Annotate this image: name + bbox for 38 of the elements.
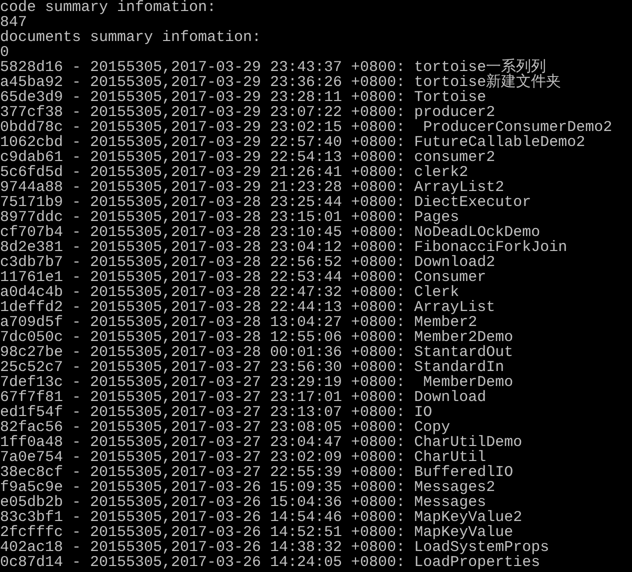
console-line: e05db2b - 20155305,2017-03-26 15:04:36 +0800: Messages	[0, 495, 486, 510]
console-line: 0	[0, 45, 10, 60]
console-line: 25c52c7 - 20155305,2017-03-27 23:56:30 +0800: StandardIn	[0, 360, 504, 375]
console-line: a45ba92 - 20155305,2017-03-29 23:36:26 +0800: tortoise新建文件夹	[0, 75, 562, 90]
console-line: code summary infomation:	[0, 0, 216, 15]
console-line: 11761e1 - 20155305,2017-03-28 22:53:44 +0800: Consumer	[0, 270, 486, 285]
console-line: 38ec8cf - 20155305,2017-03-27 22:55:39 +0800: BufferedlIO	[0, 465, 514, 480]
console-line: 2fcfffc - 20155305,2017-03-26 14:52:51 +0800: MapKeyValue	[0, 525, 514, 540]
console-line: 847	[0, 15, 28, 30]
console-line: 8d2e381 - 20155305,2017-03-28 23:04:12 +0800: FibonacciForkJoin	[0, 240, 568, 255]
console-line: c3db7b7 - 20155305,2017-03-28 22:56:52 +0800: Download2	[0, 255, 496, 270]
console-line: 65de3d9 - 20155305,2017-03-29 23:28:11 +0800: Tortoise	[0, 90, 486, 105]
console-line: a709d5f - 20155305,2017-03-28 13:04:27 +0800: Member2	[0, 315, 478, 330]
console-line: 402ac18 - 20155305,2017-03-26 14:38:32 +0800: LoadSystemProps	[0, 540, 550, 555]
console-line: 98c27be - 20155305,2017-03-28 00:01:36 +0800: StantardOut	[0, 345, 514, 360]
console-line: 1062cbd - 20155305,2017-03-29 22:57:40 +0800: FutureCallableDemo2	[0, 135, 586, 150]
console-line: 377cf38 - 20155305,2017-03-29 23:07:22 +0800: producer2	[0, 105, 496, 120]
console-line: 1ff0a48 - 20155305,2017-03-27 23:04:47 +0800: CharUtilDemo	[0, 435, 522, 450]
console-line: 0bdd78c - 20155305,2017-03-29 23:02:15 +0800: ProducerConsumerDemo2	[0, 120, 612, 135]
console-line: 67f7f81 - 20155305,2017-03-27 23:17:01 +0800: Download	[0, 390, 486, 405]
console-line: 83c3bf1 - 20155305,2017-03-26 14:54:46 +0800: MapKeyValue2	[0, 510, 522, 525]
console-line: ed1f54f - 20155305,2017-03-27 23:13:07 +0800: IO	[0, 405, 432, 420]
console-line: f9a5c9e - 20155305,2017-03-26 15:09:35 +0800: Messages2	[0, 480, 496, 495]
console-line: 0c87d14 - 20155305,2017-03-26 14:24:05 +0800: LoadProperties	[0, 555, 540, 570]
console-line: 5828d16 - 20155305,2017-03-29 23:43:37 +0800: tortoise一系列列	[0, 60, 546, 75]
console-line: 1deffd2 - 20155305,2017-03-28 22:44:13 +0800: ArrayList	[0, 300, 496, 315]
console-line: 75171b9 - 20155305,2017-03-28 23:25:44 +0800: DiectExecutor	[0, 195, 532, 210]
console-line: 9744a88 - 20155305,2017-03-29 21:23:28 +0800: ArrayList2	[0, 180, 504, 195]
console-line: cf707b4 - 20155305,2017-03-28 23:10:45 +0800: NoDeadLOckDemo	[0, 225, 540, 240]
console-line: 82fac56 - 20155305,2017-03-27 23:08:05 +0800: Copy	[0, 420, 450, 435]
console-line: 8977ddc - 20155305,2017-03-28 23:15:01 +0800: Pages	[0, 210, 460, 225]
console-line: a0d4c4b - 20155305,2017-03-28 22:47:32 +0800: Clerk	[0, 285, 460, 300]
console-line: 7def13c - 20155305,2017-03-27 23:29:19 +0800: MemberDemo	[0, 375, 514, 390]
console-line: 7a0e754 - 20155305,2017-03-27 23:02:09 +0800: CharUtil	[0, 450, 486, 465]
console-line: documents summary infomation:	[0, 30, 262, 45]
console-line: 7dc050c - 20155305,2017-03-28 12:55:06 +0800: Member2Demo	[0, 330, 514, 345]
console-line: 5c6fd5d - 20155305,2017-03-29 21:26:41 +0800: clerk2	[0, 165, 468, 180]
console-line: c9dab61 - 20155305,2017-03-29 22:54:13 +0800: consumer2	[0, 150, 496, 165]
